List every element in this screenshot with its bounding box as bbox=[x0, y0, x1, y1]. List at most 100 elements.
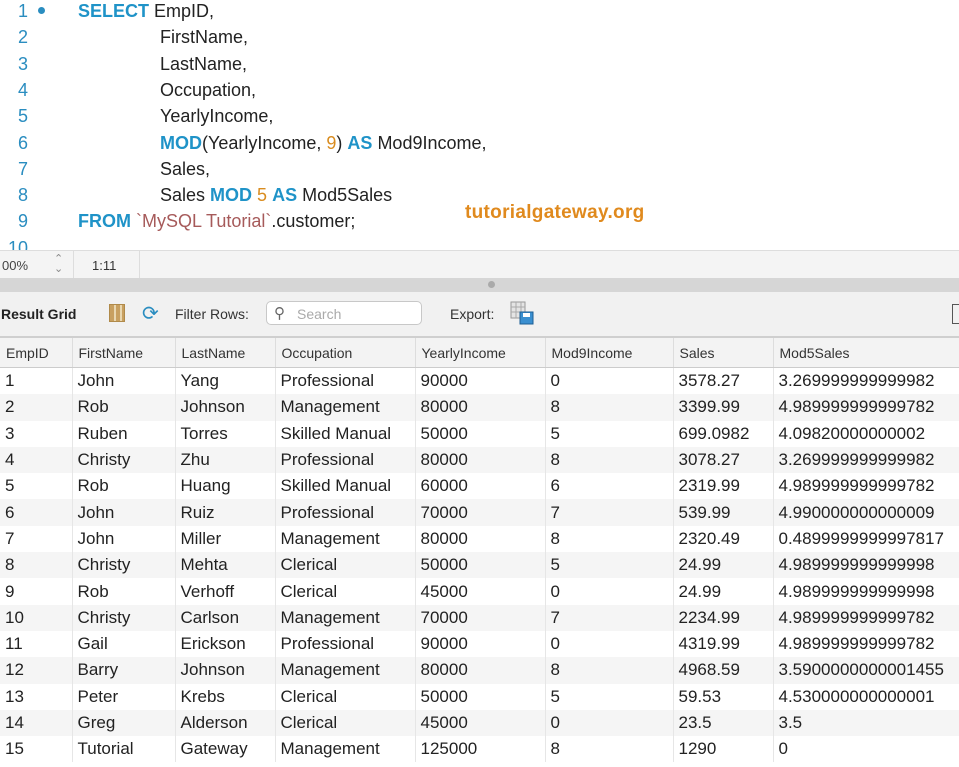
code-line[interactable]: 8 Sales MOD 5 AS Mod5Sales bbox=[0, 182, 900, 208]
cell-mod9income[interactable]: 8 bbox=[545, 394, 674, 421]
cell-lastname[interactable]: Ruiz bbox=[175, 499, 276, 526]
cell-occupation[interactable]: Management bbox=[275, 604, 416, 631]
table-row[interactable]: 3 Ruben Torres Skilled Manual 50000 5 699.0982… bbox=[0, 420, 959, 447]
cell-firstname[interactable]: Rob bbox=[72, 394, 176, 421]
cell-yearlyincome[interactable]: 80000 bbox=[415, 657, 546, 684]
cell-lastname[interactable]: Carlson bbox=[175, 604, 276, 631]
cell-occupation[interactable]: Professional bbox=[275, 446, 416, 474]
cell-lastname[interactable]: Alderson bbox=[175, 709, 276, 737]
column-header-firstname[interactable]: FirstName bbox=[72, 338, 176, 368]
cell-sales[interactable]: 23.5 bbox=[673, 709, 774, 737]
cell-firstname[interactable]: Christy bbox=[72, 552, 176, 579]
table-row[interactable]: 4 Christy Zhu Professional 80000 8 3078.27 3.26… bbox=[0, 446, 959, 474]
table-row[interactable]: 10 Christy Carlson Management 70000 7 2234.99 4… bbox=[0, 604, 959, 631]
cell-mod5sales[interactable]: 0.4899999999997817 bbox=[773, 525, 959, 553]
column-header-occupation[interactable]: Occupation bbox=[275, 338, 416, 368]
cell-lastname[interactable]: Erickson bbox=[175, 630, 276, 658]
cell-empid[interactable]: 6 bbox=[0, 499, 73, 526]
cell-occupation[interactable]: Clerical bbox=[275, 578, 416, 605]
cell-sales[interactable]: 699.0982 bbox=[673, 420, 774, 447]
column-header-empid[interactable]: EmpID bbox=[0, 338, 73, 368]
cell-yearlyincome[interactable]: 90000 bbox=[415, 630, 546, 658]
code-line[interactable]: 4 Occupation, bbox=[0, 77, 900, 103]
cell-mod9income[interactable]: 5 bbox=[545, 420, 674, 447]
cell-yearlyincome[interactable]: 80000 bbox=[415, 525, 546, 553]
cell-mod5sales[interactable]: 4.989999999999998 bbox=[773, 578, 959, 605]
cell-mod5sales[interactable]: 4.990000000000009 bbox=[773, 499, 959, 526]
cell-empid[interactable]: 3 bbox=[0, 420, 73, 447]
column-header-mod5sales[interactable]: Mod5Sales bbox=[773, 338, 959, 368]
cell-sales[interactable]: 3078.27 bbox=[673, 446, 774, 474]
table-row[interactable]: 7 John Miller Management 80000 8 2320.49 0.4899… bbox=[0, 525, 959, 553]
code-line[interactable]: 7 Sales, bbox=[0, 156, 900, 182]
cell-sales[interactable]: 2319.99 bbox=[673, 473, 774, 500]
cell-lastname[interactable]: Johnson bbox=[175, 394, 276, 421]
cell-firstname[interactable]: Rob bbox=[72, 473, 176, 500]
column-header-yearlyincome[interactable]: YearlyIncome bbox=[415, 338, 546, 368]
cell-empid[interactable]: 15 bbox=[0, 736, 73, 763]
cell-sales[interactable]: 1290 bbox=[673, 736, 774, 763]
cell-occupation[interactable]: Management bbox=[275, 525, 416, 553]
cell-yearlyincome[interactable]: 80000 bbox=[415, 446, 546, 474]
export-save-icon[interactable] bbox=[510, 301, 534, 325]
cell-occupation[interactable]: Skilled Manual bbox=[275, 473, 416, 500]
cell-yearlyincome[interactable]: 70000 bbox=[415, 499, 546, 526]
cell-mod5sales[interactable]: 3.269999999999982 bbox=[773, 367, 959, 395]
panel-splitter[interactable] bbox=[0, 278, 959, 292]
table-row[interactable]: 1 John Yang Professional 90000 0 3578.27 3.2699… bbox=[0, 367, 959, 395]
cell-yearlyincome[interactable]: 70000 bbox=[415, 604, 546, 631]
filter-search-box[interactable]: ⚲ bbox=[266, 301, 422, 325]
table-row[interactable]: 9 Rob Verhoff Clerical 45000 0 24.99 4.98999999… bbox=[0, 578, 959, 605]
cell-empid[interactable]: 11 bbox=[0, 630, 73, 658]
cell-sales[interactable]: 3578.27 bbox=[673, 367, 774, 395]
cell-lastname[interactable]: Torres bbox=[175, 420, 276, 447]
cell-sales[interactable]: 4968.59 bbox=[673, 657, 774, 684]
cell-empid[interactable]: 12 bbox=[0, 657, 73, 684]
table-row[interactable]: 6 John Ruiz Professional 70000 7 539.99 4.99000… bbox=[0, 499, 959, 526]
cell-mod5sales[interactable]: 4.530000000000001 bbox=[773, 683, 959, 710]
cell-mod5sales[interactable]: 4.989999999999782 bbox=[773, 630, 959, 658]
table-row[interactable]: 12 Barry Johnson Management 80000 8 4968.59 3.5… bbox=[0, 657, 959, 684]
cell-mod9income[interactable]: 5 bbox=[545, 552, 674, 579]
cell-lastname[interactable]: Johnson bbox=[175, 657, 276, 684]
sql-editor[interactable]: tutorialgateway.org 1 SELECT EmpID, 2 First… bbox=[0, 0, 959, 250]
table-row[interactable]: 5 Rob Huang Skilled Manual 60000 6 2319.99 4.98… bbox=[0, 473, 959, 500]
cell-yearlyincome[interactable]: 60000 bbox=[415, 473, 546, 500]
cell-empid[interactable]: 14 bbox=[0, 709, 73, 737]
cell-lastname[interactable]: Miller bbox=[175, 525, 276, 553]
cell-empid[interactable]: 7 bbox=[0, 525, 73, 553]
cell-occupation[interactable]: Management bbox=[275, 657, 416, 684]
cell-lastname[interactable]: Zhu bbox=[175, 446, 276, 474]
cell-firstname[interactable]: Peter bbox=[72, 683, 176, 710]
table-row[interactable]: 14 Greg Alderson Clerical 45000 0 23.5 3.5 bbox=[0, 709, 959, 737]
cell-sales[interactable]: 3399.99 bbox=[673, 394, 774, 421]
cell-sales[interactable]: 24.99 bbox=[673, 578, 774, 605]
cell-firstname[interactable]: Barry bbox=[72, 657, 176, 684]
cell-sales[interactable]: 2234.99 bbox=[673, 604, 774, 631]
cell-occupation[interactable]: Professional bbox=[275, 499, 416, 526]
cell-empid[interactable]: 4 bbox=[0, 446, 73, 474]
cell-lastname[interactable]: Gateway bbox=[175, 736, 276, 763]
table-row[interactable]: 13 Peter Krebs Clerical 50000 5 59.53 4.5300000… bbox=[0, 683, 959, 710]
cell-lastname[interactable]: Krebs bbox=[175, 683, 276, 710]
cell-firstname[interactable]: Greg bbox=[72, 709, 176, 737]
cell-yearlyincome[interactable]: 90000 bbox=[415, 367, 546, 395]
cell-sales[interactable]: 539.99 bbox=[673, 499, 774, 526]
cell-sales[interactable]: 24.99 bbox=[673, 552, 774, 579]
cell-mod9income[interactable]: 8 bbox=[545, 525, 674, 553]
cell-mod9income[interactable]: 7 bbox=[545, 499, 674, 526]
cell-mod9income[interactable]: 0 bbox=[545, 630, 674, 658]
cell-yearlyincome[interactable]: 80000 bbox=[415, 394, 546, 421]
table-row[interactable]: 11 Gail Erickson Professional 90000 0 4319.99 4… bbox=[0, 630, 959, 658]
search-input[interactable] bbox=[295, 305, 419, 323]
cell-yearlyincome[interactable]: 45000 bbox=[415, 709, 546, 737]
cell-firstname[interactable]: Gail bbox=[72, 630, 176, 658]
grid-layout-icon[interactable] bbox=[109, 304, 125, 322]
cell-mod5sales[interactable]: 0 bbox=[773, 736, 959, 763]
cell-empid[interactable]: 1 bbox=[0, 367, 73, 395]
cell-sales[interactable]: 2320.49 bbox=[673, 525, 774, 553]
panel-toggle-button[interactable] bbox=[952, 304, 959, 324]
cell-sales[interactable]: 59.53 bbox=[673, 683, 774, 710]
cell-lastname[interactable]: Huang bbox=[175, 473, 276, 500]
cell-mod9income[interactable]: 8 bbox=[545, 446, 674, 474]
